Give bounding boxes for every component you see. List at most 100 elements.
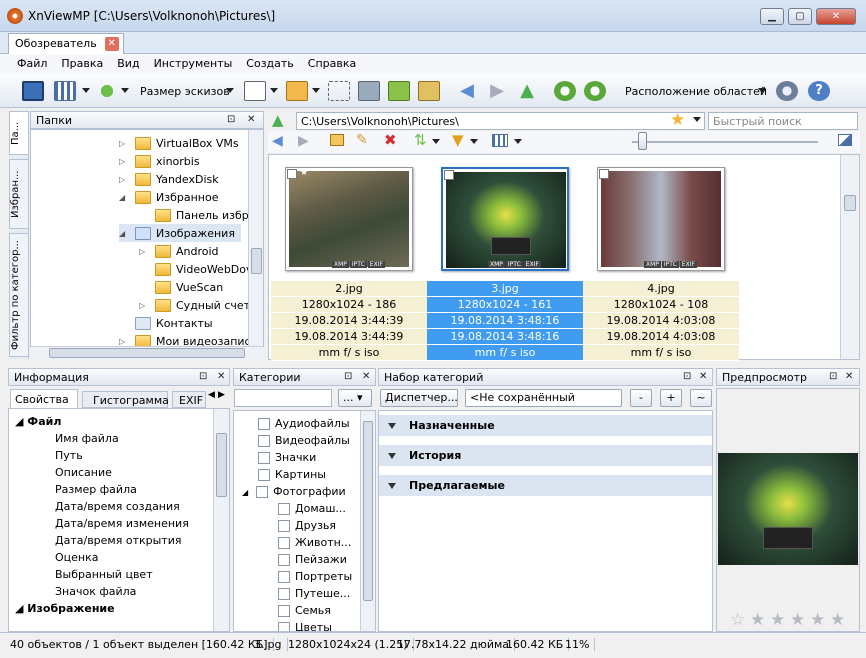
menu-view[interactable]: Вид <box>110 54 146 73</box>
thumbnail-card[interactable]: ★ <box>285 167 413 271</box>
layout-dropdown-icon[interactable] <box>758 88 766 93</box>
category-checkbox[interactable] <box>258 469 270 481</box>
tab-exif[interactable]: EXIF <box>172 391 206 408</box>
category-checkbox[interactable] <box>278 503 290 515</box>
forward-icon[interactable]: ▶ <box>298 133 309 149</box>
properties-scrollbar[interactable] <box>213 409 229 631</box>
category-item[interactable]: Путеше... <box>278 585 350 602</box>
scroll-thumb[interactable] <box>251 248 262 274</box>
category-item[interactable]: Друзья <box>278 517 336 534</box>
remove-set-button[interactable]: - <box>630 389 652 407</box>
favorite-dropdown-icon[interactable] <box>693 117 701 122</box>
select-checkbox[interactable] <box>599 169 609 179</box>
browser-vertical-scrollbar[interactable] <box>840 155 859 359</box>
menu-tools[interactable]: Инструменты <box>147 54 240 73</box>
menu-edit[interactable]: Правка <box>54 54 110 73</box>
expand-icon[interactable]: ◢ <box>242 488 248 497</box>
tab-scroll-right-icon[interactable]: ▶ <box>218 390 228 406</box>
tree-item[interactable]: Панель избр <box>139 206 249 224</box>
category-checkbox[interactable] <box>256 486 269 498</box>
scroll-thumb[interactable] <box>363 421 373 601</box>
category-item[interactable]: Цветы <box>278 619 332 631</box>
category-checkbox[interactable] <box>278 605 290 617</box>
rating-star-icon[interactable]: ★ <box>790 612 806 629</box>
bookmark-icon[interactable] <box>286 81 308 101</box>
pin-icon[interactable]: ⊡ <box>199 371 207 382</box>
help-icon[interactable]: ? <box>808 81 830 101</box>
zoom-slider-thumb[interactable] <box>638 132 647 150</box>
category-checkbox[interactable] <box>278 571 290 583</box>
rating-star-icon[interactable]: ★ <box>750 612 766 629</box>
rotate-right-icon[interactable] <box>584 81 606 101</box>
category-item[interactable]: Портреты <box>278 568 352 585</box>
category-item[interactable]: Домаш... <box>278 500 346 517</box>
scroll-thumb[interactable] <box>216 433 227 497</box>
thumbnail-item[interactable]: XMP IPTC EXIF 4.jpg 1280x1024 - 108 19.08.… <box>583 155 739 361</box>
tree-item[interactable]: ▷ Android <box>139 242 219 260</box>
thumbnail-item-selected[interactable]: XMP IPTC EXIF 3.jpg 1280x1024 - 161 19.08.… <box>427 155 583 361</box>
folders-vertical-scrollbar[interactable] <box>248 130 263 346</box>
up-folder-icon[interactable]: ▲ <box>272 111 290 129</box>
maximize-button[interactable]: ▢ <box>788 8 812 25</box>
filter-icon[interactable] <box>244 81 266 101</box>
scroll-thumb[interactable] <box>49 348 245 358</box>
category-item[interactable]: ◢ Фотографии <box>242 483 346 500</box>
select-checkbox[interactable] <box>287 169 297 179</box>
gear-icon[interactable] <box>776 81 798 101</box>
panel-close-icon[interactable]: ✕ <box>699 371 707 382</box>
category-item[interactable]: Видеофайлы <box>258 432 350 449</box>
favorite-star-icon[interactable]: ★ <box>670 110 685 130</box>
filter-dropdown-icon[interactable] <box>470 139 478 144</box>
rename-icon[interactable]: ✎ <box>356 132 368 148</box>
scroll-thumb[interactable] <box>844 195 856 211</box>
pin-icon[interactable]: ⊡ <box>683 371 691 382</box>
view-mode-icon[interactable] <box>54 81 76 101</box>
category-checkbox[interactable] <box>278 520 290 532</box>
view-mode-dropdown-icon[interactable] <box>82 88 90 93</box>
category-item[interactable]: Картины <box>258 466 326 483</box>
close-button[interactable]: ✕ <box>816 8 856 25</box>
export-icon[interactable] <box>388 81 410 101</box>
tree-item[interactable]: VueScan <box>139 278 223 296</box>
sort-dropdown-icon[interactable] <box>121 88 129 93</box>
filter-icon[interactable]: ▼ <box>452 131 464 149</box>
tab-histogram[interactable]: Гистограмма <box>82 391 169 408</box>
select-checkbox[interactable] <box>444 170 454 180</box>
view-icon[interactable] <box>492 134 508 147</box>
tree-item[interactable]: ▷ xinorbis <box>119 152 200 170</box>
delete-icon[interactable]: ✖ <box>384 131 397 149</box>
category-checkbox[interactable] <box>278 537 290 549</box>
add-set-button[interactable]: + <box>660 389 682 407</box>
pin-icon[interactable]: ⊡ <box>344 371 352 382</box>
back-icon[interactable]: ◀ <box>272 133 283 149</box>
forward-icon[interactable]: ▶ <box>486 81 508 101</box>
layout-label[interactable]: Расположение областей <box>625 85 767 98</box>
sort-dropdown-icon[interactable] <box>432 139 440 144</box>
tree-item[interactable]: ▷ Мои видеозапис <box>119 332 251 346</box>
menu-help[interactable]: Справка <box>301 54 363 73</box>
layout-select[interactable]: <Не сохранённый макет>▼ <box>465 389 622 420</box>
category-checkbox[interactable] <box>278 588 290 600</box>
panel-close-icon[interactable]: ✕ <box>845 371 853 382</box>
tree-item-selected[interactable]: ◢ Изображения <box>119 224 241 242</box>
category-checkbox[interactable] <box>258 452 270 464</box>
tree-item[interactable]: VideoWebDov <box>139 260 253 278</box>
tree-item[interactable]: Контакты <box>119 314 213 332</box>
thumbnail-item[interactable]: ★ XMP IPTC EXIF 2.jpg 1280x1024 - 186 19.0… <box>271 155 427 361</box>
panel-close-icon[interactable]: ✕ <box>217 371 225 382</box>
tree-item[interactable]: ▷ YandexDisk <box>119 170 219 188</box>
category-item[interactable]: Семья <box>278 602 331 619</box>
fullscreen-icon[interactable] <box>22 81 44 101</box>
category-checkbox[interactable] <box>258 435 270 447</box>
thumbnail-card[interactable] <box>597 167 725 271</box>
thumb-size-dropdown-icon[interactable] <box>226 88 234 93</box>
thumb-size-label[interactable]: Размер эскизов <box>140 85 230 98</box>
rating-star-icon[interactable]: ★ <box>810 612 826 629</box>
back-icon[interactable]: ◀ <box>456 81 478 101</box>
bookmark-dropdown-icon[interactable] <box>312 88 320 93</box>
menu-file[interactable]: Файл <box>10 54 54 73</box>
rotate-left-icon[interactable] <box>554 81 576 101</box>
section-suggested[interactable]: Предлагаемые <box>379 475 712 497</box>
quick-search-input[interactable]: Быстрый поиск <box>708 112 858 130</box>
category-item[interactable]: Аудиофайлы <box>258 415 350 432</box>
